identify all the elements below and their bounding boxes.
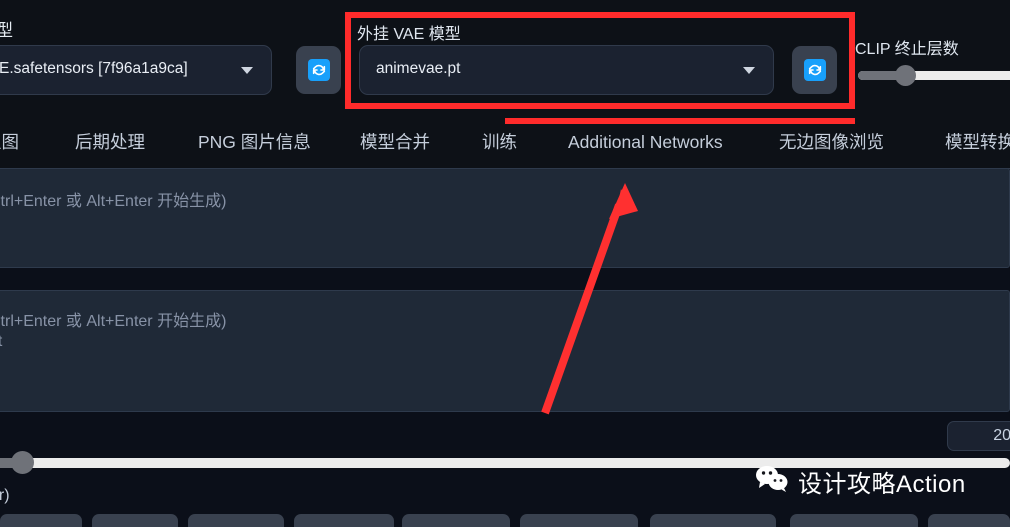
tab-train[interactable]: 训练 (482, 118, 517, 166)
bottom-button-4[interactable] (294, 514, 394, 527)
refresh-icon (307, 59, 330, 81)
bottom-button-2[interactable] (92, 514, 178, 527)
bottom-button-6[interactable] (520, 514, 638, 527)
vae-dropdown[interactable]: animevae.pt (359, 45, 774, 95)
model-dropdown[interactable]: E.safetensors [7f96a1a9ca] (0, 45, 272, 95)
tab-model-converter[interactable]: 模型转换 (945, 118, 1010, 166)
tab-infinite-image-browsing[interactable]: 无边图像浏览 (779, 118, 884, 166)
bottom-button-strip (0, 514, 1010, 527)
tab-txt2img[interactable]: 生图 (0, 118, 19, 166)
negative-prompt-placeholder-line2: ot (0, 333, 3, 350)
watermark: 设计攻略Action (755, 464, 966, 499)
chevron-down-icon (241, 67, 253, 74)
model-dropdown-value: E.safetensors [7f96a1a9ca] (0, 60, 188, 77)
vae-highlight-box-bottom-edge (505, 118, 855, 124)
tab-checkpoint-merger[interactable]: 模型合并 (360, 118, 430, 166)
bottom-button-8[interactable] (790, 514, 918, 527)
bottom-button-9[interactable] (928, 514, 1010, 527)
top-model-bar: 型 E.safetensors [7f96a1a9ca] 外挂 VAE 模型 a… (0, 0, 1010, 118)
positive-prompt-placeholder: Ctrl+Enter 或 Alt+Enter 开始生成) (0, 193, 227, 210)
model-label: 型 (0, 21, 14, 40)
bottom-button-3[interactable] (188, 514, 284, 527)
tab-additional-networks[interactable]: Additional Networks (568, 118, 723, 166)
negative-prompt-placeholder-line1: Ctrl+Enter 或 Alt+Enter 开始生成) (0, 313, 227, 330)
bottom-button-1[interactable] (0, 514, 82, 527)
bottom-button-5[interactable] (402, 514, 510, 527)
steps-number-value: 20 (993, 427, 1010, 444)
vae-dropdown-value: animevae.pt (376, 60, 461, 77)
refresh-icon (803, 59, 826, 81)
main-tabbar: 生图 后期处理 PNG 图片信息 模型合并 训练 Additional Networks 无… (0, 118, 1010, 169)
wechat-icon (755, 465, 789, 498)
positive-prompt-textarea[interactable]: Ctrl+Enter 或 Alt+Enter 开始生成) (0, 168, 1010, 268)
steps-slider-handle[interactable] (11, 451, 34, 474)
bottom-button-7[interactable] (650, 514, 776, 527)
refresh-vae-button[interactable] (792, 46, 837, 94)
refresh-models-button[interactable] (296, 46, 341, 94)
steps-number-input[interactable]: 20 (947, 421, 1010, 451)
negative-prompt-textarea[interactable]: Ctrl+Enter 或 Alt+Enter 开始生成) ot (0, 290, 1010, 412)
clip-skip-slider[interactable] (858, 65, 1010, 86)
chevron-down-icon (743, 67, 755, 74)
vae-label: 外挂 VAE 模型 (357, 26, 461, 43)
clip-skip-slider-handle[interactable] (895, 65, 916, 86)
tab-extras[interactable]: 后期处理 (75, 118, 145, 166)
clip-skip-label: CLIP 终止层数 (855, 41, 959, 58)
stable-diffusion-webui-window: 型 E.safetensors [7f96a1a9ca] 外挂 VAE 模型 a… (0, 0, 1010, 527)
watermark-text: 设计攻略Action (798, 471, 966, 498)
bottom-caption: er) (0, 487, 10, 504)
tab-png-info[interactable]: PNG 图片信息 (198, 118, 311, 166)
